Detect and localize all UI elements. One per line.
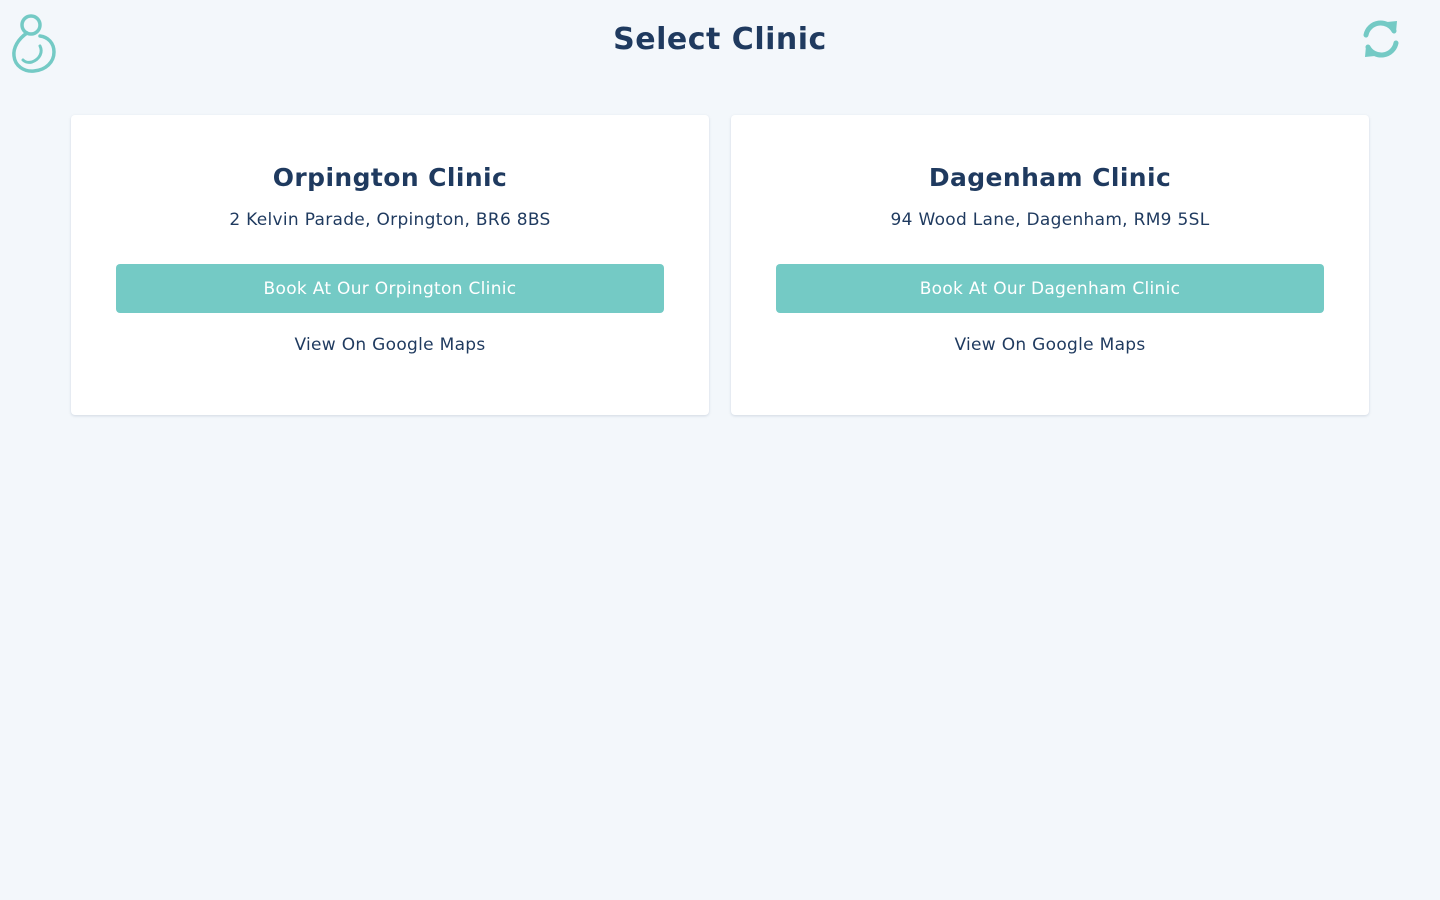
clinic-name: Dagenham Clinic [928,163,1172,192]
refresh-icon [1363,20,1399,58]
clinic-card-orpington: Orpington Clinic 2 Kelvin Parade, Orping… [71,115,709,415]
page-header: Select Clinic [0,0,1440,86]
clinic-card-dagenham: Dagenham Clinic 94 Wood Lane, Dagenham, … [731,115,1369,415]
refresh-button[interactable] [1358,16,1404,62]
clinic-name: Orpington Clinic [272,163,508,192]
clinic-address: 2 Kelvin Parade, Orpington, BR6 8BS [229,210,551,230]
clinic-address: 94 Wood Lane, Dagenham, RM9 5SL [890,210,1210,230]
book-orpington-button[interactable]: Book At Our Orpington Clinic [116,264,664,313]
page-title: Select Clinic [613,22,827,57]
book-dagenham-button[interactable]: Book At Our Dagenham Clinic [776,264,1324,313]
view-on-google-maps-link[interactable]: View On Google Maps [731,335,1369,355]
view-on-google-maps-link[interactable]: View On Google Maps [71,335,709,355]
clinic-list: Orpington Clinic 2 Kelvin Parade, Orping… [71,115,1369,415]
